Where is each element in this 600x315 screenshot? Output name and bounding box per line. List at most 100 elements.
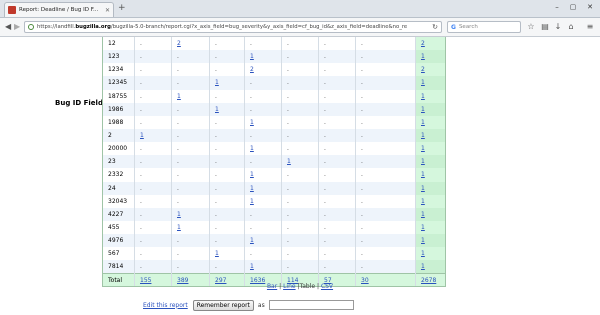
row-total-link[interactable]: 1 <box>421 198 425 205</box>
empty-cell-dot: . <box>140 237 142 245</box>
back-arrow-icon[interactable]: ◀ <box>5 21 11 33</box>
separator: | <box>316 283 320 290</box>
count-link[interactable]: 1 <box>250 263 254 270</box>
menu-icon[interactable]: ≡ <box>585 21 595 33</box>
table-cell: . <box>281 234 319 248</box>
row-total-cell: 1 <box>415 115 446 129</box>
empty-cell-dot: . <box>324 224 326 232</box>
count-link[interactable]: 1 <box>177 93 181 100</box>
count-link[interactable]: 1 <box>250 119 254 126</box>
table-cell: 1 <box>281 155 319 169</box>
count-link[interactable]: 1 <box>215 106 219 113</box>
new-tab-button[interactable]: + <box>118 2 126 14</box>
empty-cell-dot: . <box>361 132 363 140</box>
row-total-link[interactable]: 1 <box>421 211 425 218</box>
report-page: Bug ID Field 12. 2..... 2 123... 1... 1 1234..… <box>0 37 600 315</box>
count-link[interactable]: 1 <box>250 198 254 205</box>
table-cell: . <box>318 260 356 274</box>
download-icon[interactable]: ↓ <box>553 21 563 33</box>
empty-cell-dot: . <box>324 118 326 126</box>
table-cell: . <box>318 194 356 208</box>
count-link[interactable]: 1 <box>177 211 181 218</box>
empty-cell-dot: . <box>324 79 326 87</box>
browser-tab[interactable]: Report: Deadline / Bug ID F... ✕ <box>4 2 114 17</box>
count-link[interactable]: 1 <box>140 132 144 139</box>
count-link[interactable]: 1 <box>287 158 291 165</box>
empty-cell-dot: . <box>287 92 289 100</box>
row-total-link[interactable]: 1 <box>421 79 425 86</box>
row-total-link[interactable]: 1 <box>421 158 425 165</box>
row-total-link[interactable]: 1 <box>421 171 425 178</box>
reading-list-icon[interactable]: ▤ <box>540 21 550 33</box>
forward-arrow-icon[interactable]: ▶ <box>14 21 20 33</box>
empty-cell-dot: . <box>177 197 179 205</box>
row-total-link[interactable]: 1 <box>421 237 425 244</box>
table-cell: . <box>171 63 210 77</box>
empty-cell-dot: . <box>361 184 363 192</box>
table-cell: . <box>355 194 416 208</box>
table-cell: . <box>171 115 210 129</box>
count-link[interactable]: 1 <box>250 171 254 178</box>
search-engine-icon[interactable]: G <box>451 24 456 31</box>
count-link[interactable]: 1 <box>215 79 219 86</box>
row-total-link[interactable]: 1 <box>421 145 425 152</box>
empty-cell-dot: . <box>287 118 289 126</box>
table-row: 1234... 2... 2 <box>102 63 446 77</box>
tab-close-icon[interactable]: ✕ <box>105 7 110 14</box>
format-bar-link[interactable]: Bar <box>267 283 277 290</box>
row-total-cell: 1 <box>415 260 446 274</box>
row-total-link[interactable]: 1 <box>421 224 425 231</box>
table-row: 1988... 1... 1 <box>102 115 446 129</box>
address-bar[interactable]: https://landfill.bugzilla.org/bugzilla-5… <box>24 21 442 33</box>
row-total-link[interactable]: 1 <box>421 53 425 60</box>
table-cell: . <box>281 76 319 90</box>
empty-cell-dot: . <box>215 92 217 100</box>
empty-cell-dot: . <box>287 132 289 140</box>
count-link[interactable]: 1 <box>215 250 219 257</box>
empty-cell-dot: . <box>361 118 363 126</box>
table-cell: . <box>355 260 416 274</box>
count-link[interactable]: 1 <box>177 224 181 231</box>
empty-cell-dot: . <box>361 66 363 74</box>
count-link[interactable]: 1 <box>250 185 254 192</box>
empty-cell-dot: . <box>250 132 252 140</box>
reload-icon[interactable]: ↻ <box>432 23 438 31</box>
close-window-button[interactable]: ✕ <box>583 1 597 13</box>
empty-cell-dot: . <box>177 237 179 245</box>
table-row: 21......1 <box>102 128 446 143</box>
count-link[interactable]: 1 <box>250 145 254 152</box>
maximize-button[interactable]: ▢ <box>566 1 580 13</box>
count-link[interactable]: 1 <box>250 53 254 60</box>
row-total-link[interactable]: 2 <box>421 66 425 73</box>
empty-cell-dot: . <box>361 145 363 153</box>
table-cell: . <box>355 181 416 195</box>
row-total-link[interactable]: 1 <box>421 132 425 139</box>
row-total-link[interactable]: 2 <box>421 40 425 47</box>
table-row: 20000... 1... 1 <box>102 142 446 156</box>
count-link[interactable]: 2 <box>250 66 254 73</box>
format-line-link[interactable]: Line <box>283 283 296 290</box>
report-name-input[interactable] <box>268 300 354 310</box>
bookmark-star-icon[interactable]: ☆ <box>526 21 536 33</box>
table-cell: . <box>355 247 416 261</box>
table-row: 4976... 1... 1 <box>102 234 446 248</box>
search-box[interactable]: G Search <box>447 21 521 33</box>
table-row: 567.. 1.... 1 <box>102 247 446 261</box>
as-label: as <box>257 301 265 309</box>
row-total-link[interactable]: 1 <box>421 119 425 126</box>
row-total-link[interactable]: 1 <box>421 185 425 192</box>
row-header: 1988 <box>102 115 135 129</box>
row-total-link[interactable]: 1 <box>421 263 425 270</box>
format-csv-link[interactable]: CSV <box>321 283 333 290</box>
remember-report-button[interactable]: Remember report <box>192 299 254 311</box>
url-text[interactable]: https://landfill.bugzilla.org/bugzilla-5… <box>37 24 430 30</box>
home-icon[interactable]: ⌂ <box>566 21 576 33</box>
edit-report-link[interactable]: Edit this report <box>143 302 188 309</box>
row-total-link[interactable]: 1 <box>421 106 425 113</box>
row-header: 2 <box>102 128 135 143</box>
minimize-button[interactable]: – <box>550 1 564 13</box>
count-link[interactable]: 1 <box>250 237 254 244</box>
row-total-link[interactable]: 1 <box>421 93 425 100</box>
count-link[interactable]: 2 <box>177 40 181 47</box>
row-total-link[interactable]: 1 <box>421 250 425 257</box>
